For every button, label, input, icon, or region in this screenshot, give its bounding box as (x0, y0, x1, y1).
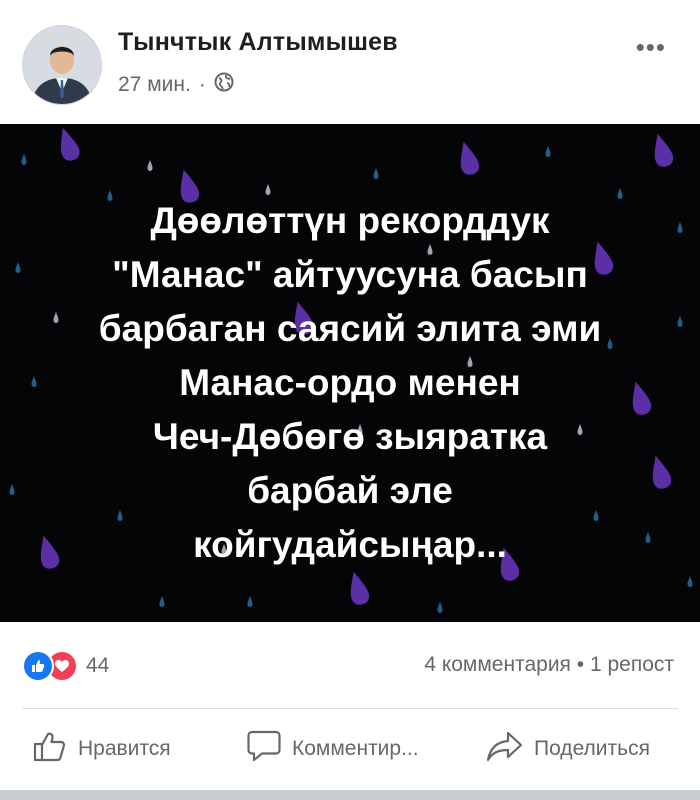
share-button[interactable]: Поделиться (486, 709, 650, 789)
avatar[interactable] (22, 25, 102, 105)
post-header: Тынчтык Алтымышев 27 мин. · ••• (0, 0, 700, 124)
comment-button[interactable]: Комментир... (246, 709, 419, 789)
image-text-line: койгудайсыңар... (193, 524, 507, 565)
reactions-summary[interactable]: 44 (22, 650, 109, 682)
globe-icon (214, 72, 234, 98)
action-bar: Нравится Комментир... Поделиться (0, 709, 700, 789)
post-stats: 44 4 комментария • 1 репост (0, 622, 700, 708)
like-button[interactable]: Нравится (32, 709, 171, 789)
comment-label: Комментир... (292, 737, 419, 760)
post-time[interactable]: 27 мин. (118, 73, 191, 97)
like-icon (22, 650, 54, 682)
reaction-count: 44 (86, 654, 110, 677)
image-text-line: Чеч-Дөбөгө зыяратка (152, 416, 548, 457)
like-label: Нравится (78, 737, 171, 760)
like-icon (32, 730, 68, 768)
comments-shares-count[interactable]: 4 комментария • 1 репост (424, 653, 674, 677)
post-meta: 27 мин. · (118, 72, 234, 98)
comment-icon (246, 729, 282, 769)
meta-separator: · (198, 73, 206, 96)
post-image-text: Дөөлөттүн рекорддук "Манас" айтуусуна ба… (0, 194, 700, 572)
image-text-line: Дөөлөттүн рекорддук (150, 200, 550, 241)
image-text-line: барбай эле (247, 470, 453, 511)
share-label: Поделиться (534, 737, 650, 760)
share-icon (486, 730, 524, 768)
feed-separator (0, 790, 700, 800)
image-text-line: барбаган саясий элита эми (98, 308, 602, 349)
image-text-line: Манас-ордо менен (179, 362, 521, 403)
image-text-line: "Манас" айтуусуна басып (112, 254, 588, 295)
post-image[interactable]: Дөөлөттүн рекорддук "Манас" айтуусуна ба… (0, 124, 700, 622)
author-name[interactable]: Тынчтык Алтымышев (118, 28, 398, 57)
more-icon[interactable]: ••• (636, 32, 666, 63)
